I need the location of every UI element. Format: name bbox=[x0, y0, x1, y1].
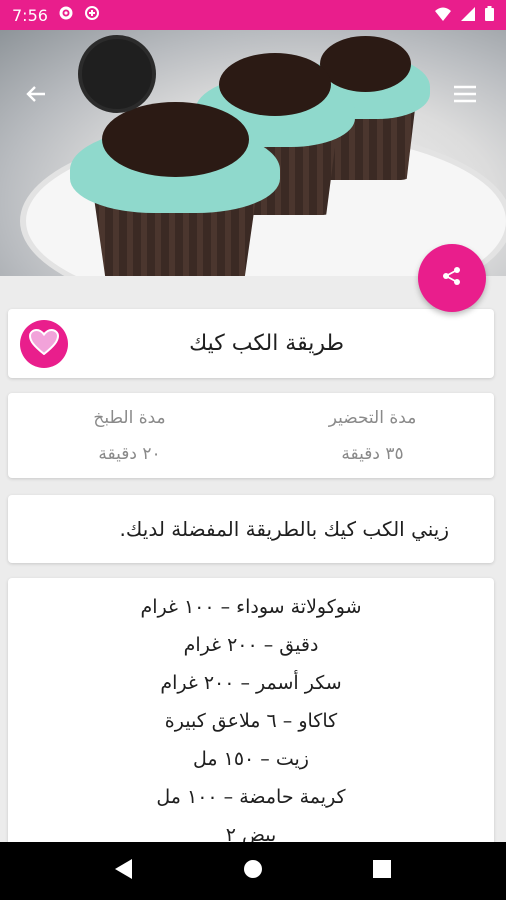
heart-icon bbox=[28, 328, 60, 359]
recents-nav-icon[interactable] bbox=[373, 860, 391, 882]
gear-icon bbox=[58, 5, 74, 25]
recipe-description: زيني الكب كيك بالطريقة المفضلة لديك. bbox=[119, 517, 449, 541]
ingredient-item: كريمة حامضة – ١٠٠ مل bbox=[156, 786, 346, 808]
hero-image bbox=[0, 30, 506, 276]
status-time: 7:56 bbox=[12, 5, 48, 25]
ingredient-item: سكر أسمر – ٢٠٠ غرام bbox=[160, 672, 342, 694]
prep-time-label: مدة التحضير bbox=[328, 407, 417, 428]
recipe-title: طريقة الكب كيك bbox=[189, 331, 344, 356]
status-left: 7:56 bbox=[12, 5, 100, 25]
battery-icon bbox=[485, 5, 494, 25]
share-icon bbox=[442, 266, 462, 290]
ingredient-item: زيت – ١٥٠ مل bbox=[193, 748, 309, 770]
description-card: زيني الكب كيك بالطريقة المفضلة لديك. bbox=[8, 495, 494, 563]
status-bar: 7:56 bbox=[0, 0, 506, 30]
home-nav-icon[interactable] bbox=[243, 859, 263, 883]
signal-icon bbox=[461, 6, 475, 25]
time-card: مدة التحضير ٣٥ دقيقة مدة الطبخ ٢٠ دقيقة bbox=[8, 393, 494, 478]
cook-time: مدة الطبخ ٢٠ دقيقة bbox=[8, 393, 251, 478]
hamburger-menu-icon[interactable] bbox=[451, 80, 479, 108]
ingredient-item: شوكولاتة سوداء – ١٠٠ غرام bbox=[140, 596, 362, 618]
navigation-bar bbox=[0, 842, 506, 900]
cook-time-label: مدة الطبخ bbox=[93, 407, 166, 428]
wifi-icon bbox=[435, 6, 451, 25]
prep-time-value: ٣٥ دقيقة bbox=[341, 443, 404, 464]
ingredient-item: كاكاو – ٦ ملاعق كبيرة bbox=[164, 710, 338, 732]
favorite-button[interactable] bbox=[20, 320, 68, 368]
share-button[interactable] bbox=[418, 244, 486, 312]
arrow-left-icon[interactable] bbox=[22, 80, 50, 108]
data-saver-icon bbox=[84, 5, 100, 25]
back-nav-icon[interactable] bbox=[115, 859, 133, 883]
prep-time: مدة التحضير ٣٥ دقيقة bbox=[251, 393, 494, 478]
cookie-image bbox=[78, 35, 156, 113]
title-card: طريقة الكب كيك bbox=[8, 309, 494, 378]
status-right bbox=[435, 5, 494, 25]
ingredients-card: شوكولاتة سوداء – ١٠٠ غرام دقيق – ٢٠٠ غرا… bbox=[8, 578, 494, 878]
ingredient-item: دقيق – ٢٠٠ غرام bbox=[183, 634, 319, 656]
ingredients-list: شوكولاتة سوداء – ١٠٠ غرام دقيق – ٢٠٠ غرا… bbox=[8, 594, 494, 849]
cook-time-value: ٢٠ دقيقة bbox=[98, 443, 161, 464]
